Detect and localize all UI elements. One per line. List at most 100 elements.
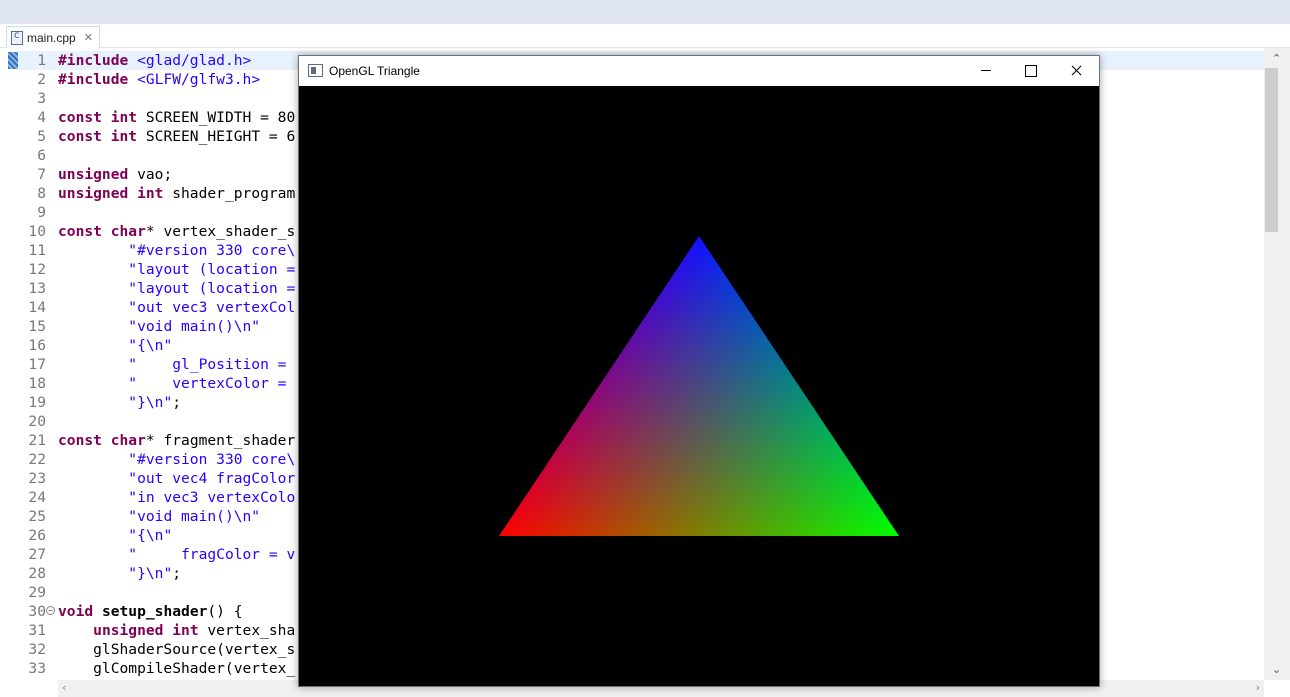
line-number: 14: [28, 299, 46, 316]
line-number: 30: [28, 603, 46, 620]
scroll-down-icon[interactable]: ⌄: [1272, 663, 1281, 676]
code-token: setup_shader: [101, 603, 208, 620]
line-number: 18: [28, 375, 46, 392]
tab-title: main.cpp: [27, 30, 76, 45]
line-number: 7: [37, 166, 46, 183]
code-token: "#version 330 core\: [128, 242, 296, 259]
code-token: "void main()\n": [128, 318, 261, 335]
line-number: 33: [28, 660, 46, 677]
code-token: char: [110, 223, 146, 240]
code-token: int: [172, 622, 199, 639]
tab-main-cpp[interactable]: main.cpp ✕: [6, 26, 100, 48]
code-token: #include: [58, 71, 129, 88]
line-number: 4: [37, 109, 46, 126]
window-top-strip: [0, 0, 1290, 24]
code-token: glCompileShader(vertex_: [58, 660, 296, 677]
code-token: vertex_sha: [198, 622, 296, 639]
code-token: " fragColor = v: [128, 546, 296, 563]
line-number: 3: [37, 90, 46, 107]
opengl-canvas[interactable]: [299, 86, 1099, 686]
scroll-up-icon[interactable]: ⌃: [1272, 52, 1281, 65]
line-number: 5: [37, 128, 46, 145]
triangle-render: [499, 236, 899, 536]
code-token: int: [110, 109, 138, 126]
code-token: int: [110, 128, 138, 145]
scroll-right-icon[interactable]: ›: [1256, 681, 1260, 694]
code-token: SCREEN_WIDTH = 80: [137, 109, 296, 126]
line-number: 21: [28, 432, 46, 449]
code-token: glShaderSource(vertex_s: [58, 641, 296, 658]
line-number: 12: [28, 261, 46, 278]
code-token: const: [58, 109, 102, 126]
line-number: 32: [28, 641, 46, 658]
code-token: const: [58, 432, 102, 449]
code-token: "}\n": [128, 565, 173, 582]
tab-close-icon[interactable]: ✕: [84, 31, 93, 44]
line-number: 31: [28, 622, 46, 639]
line-number: 10: [28, 223, 46, 240]
code-token: "#version 330 core\: [128, 451, 296, 468]
code-token: const: [58, 223, 102, 240]
line-number: 11: [28, 242, 46, 259]
line-number: 29: [28, 584, 46, 601]
code-token: #include: [58, 52, 129, 69]
code-token: char: [110, 432, 146, 449]
app-window-icon: [308, 64, 323, 77]
vertical-scrollbar[interactable]: ⌃ ⌄: [1264, 48, 1290, 680]
line-number: 13: [28, 280, 46, 297]
code-token: " vertexColor =: [128, 375, 287, 392]
line-number: 20: [28, 413, 46, 430]
line-number: 22: [28, 451, 46, 468]
editor-tab-bar: main.cpp ✕ ▬: [0, 24, 1290, 66]
window-title: OpenGL Triangle: [329, 64, 420, 78]
fold-toggle-icon[interactable]: −: [46, 606, 55, 615]
opengl-window-titlebar[interactable]: OpenGL Triangle: [299, 56, 1099, 86]
editor-ruler: [0, 48, 18, 680]
code-token: unsigned: [58, 166, 129, 183]
line-number: 26: [28, 527, 46, 544]
line-number: 25: [28, 508, 46, 525]
line-number: 1: [37, 52, 46, 69]
line-number: 9: [37, 204, 46, 221]
line-number: 16: [28, 337, 46, 354]
scroll-left-icon[interactable]: ‹: [62, 681, 66, 694]
close-button[interactable]: [1053, 56, 1099, 86]
code-token: ;: [172, 394, 182, 411]
code-token: "layout (location =: [128, 280, 296, 297]
minimize-button[interactable]: [963, 56, 1009, 86]
opengl-window[interactable]: OpenGL Triangle: [298, 55, 1100, 687]
code-token: vao;: [128, 166, 173, 183]
code-token: unsigned: [58, 185, 129, 202]
code-token: * vertex_shader_s: [145, 223, 296, 240]
vertical-scroll-thumb[interactable]: [1265, 68, 1278, 232]
line-number: 17: [28, 356, 46, 373]
line-number: 23: [28, 470, 46, 487]
code-token: "}\n": [128, 394, 173, 411]
line-number: 2: [37, 71, 46, 88]
maximize-button[interactable]: [1007, 56, 1053, 86]
editor-bottom-left: [0, 680, 58, 697]
code-token: SCREEN_HEIGHT = 6: [137, 128, 296, 145]
code-token: "in vec3 vertexColo: [128, 489, 296, 506]
